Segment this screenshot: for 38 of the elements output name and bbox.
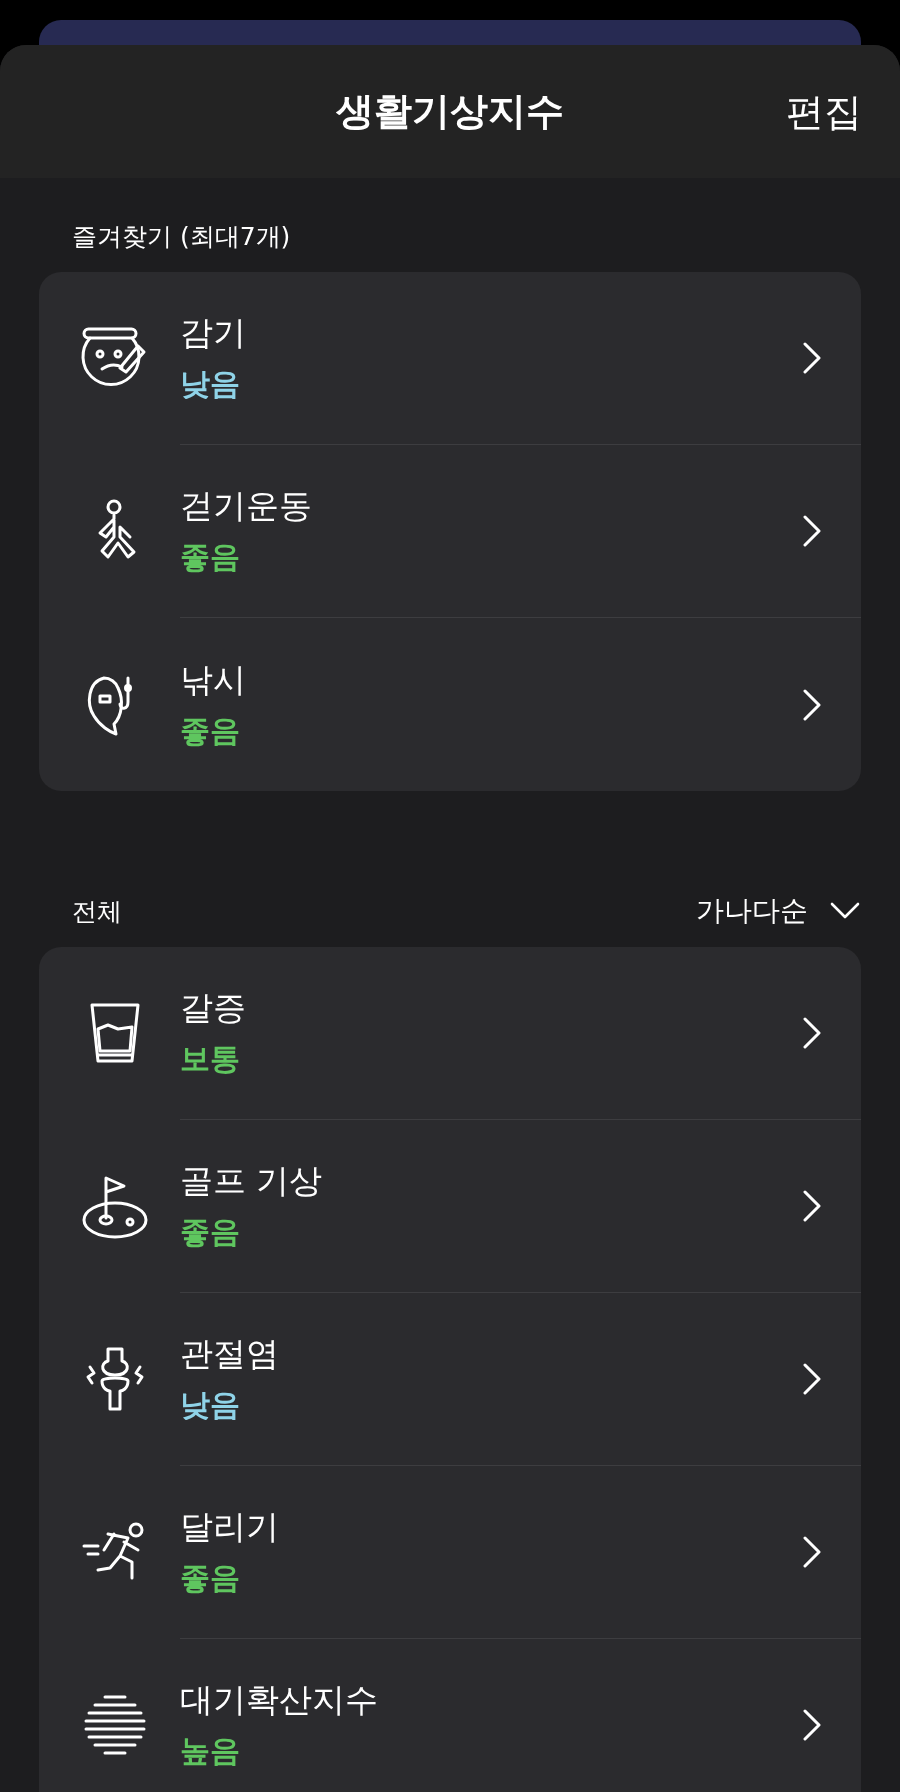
index-level: 좋음: [180, 538, 241, 576]
chevron-right-icon: [803, 688, 821, 721]
index-row[interactable]: 골프 기상 좋음: [39, 1120, 861, 1293]
sort-dropdown[interactable]: 가나다순: [696, 892, 860, 930]
edit-button[interactable]: 편집: [786, 87, 862, 138]
chevron-right-icon: [803, 1363, 821, 1395]
index-name: 걷기운동: [180, 485, 312, 527]
chevron-right-icon: [803, 1017, 821, 1049]
index-name: 감기: [180, 312, 246, 354]
index-name: 관절염: [180, 1333, 279, 1375]
chevron-right-icon: [803, 515, 821, 547]
index-level: 낮음: [180, 1386, 241, 1424]
index-level: 좋음: [180, 711, 241, 750]
index-row[interactable]: 감기 낮음: [39, 272, 861, 445]
chevron-right-icon: [803, 342, 821, 374]
chevron-right-icon: [803, 1190, 821, 1222]
index-name: 달리기: [180, 1506, 279, 1548]
index-level: 높음: [180, 1732, 241, 1770]
index-level: 낮음: [180, 365, 241, 403]
index-row[interactable]: 대기확산지수 높음: [39, 1639, 861, 1792]
index-name: 낚시: [180, 658, 246, 701]
section-label: 즐겨찾기 (최대7개): [72, 220, 291, 253]
chevron-right-icon: [803, 1709, 821, 1741]
index-name: 골프 기상: [180, 1160, 323, 1202]
index-level: 좋음: [180, 1213, 241, 1251]
index-name: 갈증: [180, 987, 246, 1029]
index-row[interactable]: 낚시 좋음: [39, 618, 861, 791]
page-title: 생활기상지수: [336, 88, 564, 135]
index-row[interactable]: 달리기 좋음: [39, 1466, 861, 1639]
caret-icon: [830, 902, 860, 920]
index-row[interactable]: 걷기운동 좋음: [39, 445, 861, 618]
section-label: 전체: [72, 895, 122, 928]
index-level: 보통: [180, 1040, 241, 1078]
index-name: 대기확산지수: [180, 1679, 378, 1721]
index-level: 좋음: [180, 1559, 241, 1597]
index-row[interactable]: 관절염 낮음: [39, 1293, 861, 1466]
index-row[interactable]: 갈증 보통: [39, 947, 861, 1120]
chevron-right-icon: [803, 1536, 821, 1568]
